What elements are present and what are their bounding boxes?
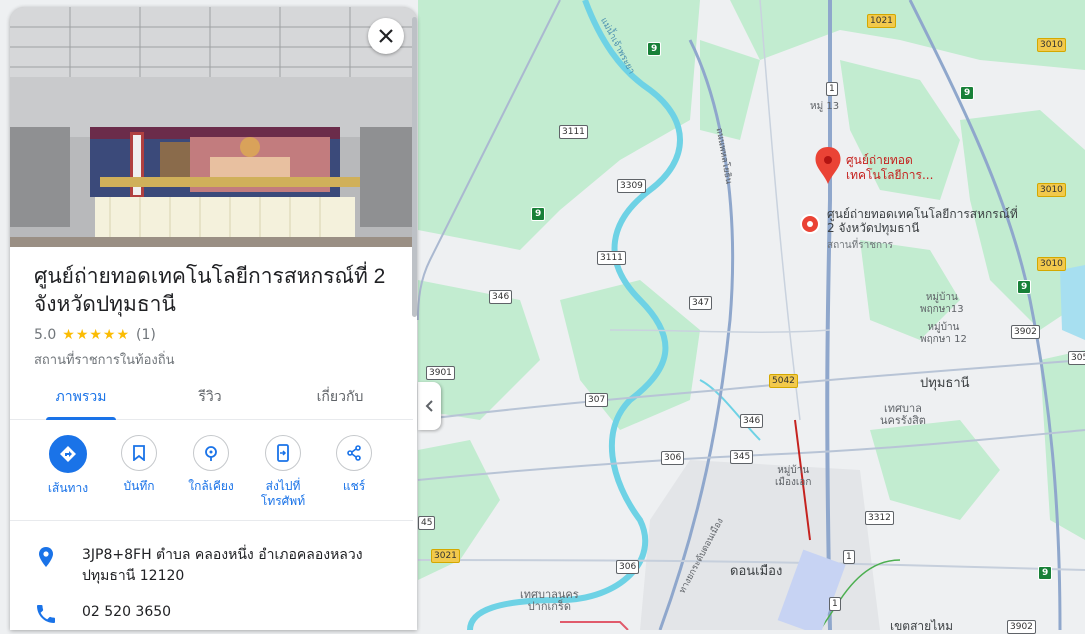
directions-icon	[49, 435, 87, 473]
place-title: ศูนย์ถ่ายทอดเทคโนโลยีการสหกรณ์ที่ 2 จังห…	[34, 265, 386, 316]
place-label-mueangek: หมู่บ้าน เมืองเอก	[775, 465, 812, 488]
route-shield: 1021	[867, 14, 896, 28]
place-label-rangsit: เทศบาล นครรังสิต	[880, 402, 926, 427]
phone-text: 02 520 3650	[82, 604, 172, 620]
nearby-label: ใกล้เคียง	[188, 479, 234, 493]
place-label-pathum: ปทุมธานี	[920, 376, 970, 391]
save-button[interactable]: บันทึก	[103, 435, 175, 494]
tab-reviews[interactable]: รีวิว	[145, 377, 275, 419]
close-button[interactable]	[368, 18, 404, 54]
route-shield: 3010	[1037, 38, 1066, 52]
route-shield: 3902	[1007, 620, 1036, 634]
route-shield: 45	[418, 516, 436, 530]
route-shield: 3111	[597, 251, 626, 265]
place-photo[interactable]	[10, 7, 417, 247]
pin-label[interactable]: ศูนย์ถ่ายทอด เทคโนโลยีการ...	[846, 153, 933, 183]
divider	[10, 520, 413, 521]
close-icon	[379, 29, 393, 43]
review-count[interactable]: (1)	[136, 327, 156, 343]
place-label-pruksa12: หมู่บ้าน พฤกษา 12	[920, 322, 967, 345]
route-shield: 3111	[559, 125, 588, 139]
route-shield: 9	[647, 42, 662, 56]
nearby-icon	[193, 435, 229, 471]
place-label-moo13: หมู่ 13	[810, 101, 840, 112]
route-shield: 346	[489, 290, 513, 304]
route-shield: 307	[585, 393, 609, 407]
tab-overview[interactable]: ภาพรวม	[16, 377, 146, 420]
chevron-left-icon	[425, 400, 433, 412]
route-shield: 3312	[865, 511, 894, 525]
route-shield: 5042	[769, 374, 798, 388]
bookmark-icon	[121, 435, 157, 471]
place-category[interactable]: สถานที่ราชการในท้องถิ่น	[34, 349, 175, 370]
route-shield: 3901	[426, 366, 455, 380]
route-shield: 3010	[1037, 183, 1066, 197]
route-shield: 305	[1068, 351, 1085, 365]
share-label: แชร์	[342, 479, 366, 493]
place-label-donmueang: ดอนเมือง	[730, 564, 783, 579]
route-shield: 1	[829, 597, 841, 611]
rating-row[interactable]: 5.0 ★★★★★ (1)	[34, 327, 156, 343]
route-shield: 9	[1017, 280, 1032, 294]
directions-label: เส้นทาง	[47, 481, 89, 495]
route-shield: 1	[843, 550, 855, 564]
route-shield: 9	[1038, 566, 1053, 580]
place-marker-icon[interactable]	[800, 214, 820, 234]
send-to-phone-label: ส่งไปที่โทรศัพท์	[260, 479, 306, 508]
save-label: บันทึก	[123, 479, 155, 493]
phone-send-icon	[265, 435, 301, 471]
route-shield: 3902	[1011, 325, 1040, 339]
place-label-saimai: เขตสายไหม	[890, 619, 954, 633]
share-button[interactable]: แชร์	[318, 435, 390, 494]
route-shield: 345	[730, 450, 754, 464]
route-shield: 3021	[431, 549, 460, 563]
place-label-pakkret: เทศบาลนคร ปากเกร็ด	[520, 588, 579, 613]
place-panel: ศูนย์ถ่ายทอดเทคโนโลยีการสหกรณ์ที่ 2 จังห…	[10, 7, 417, 630]
place-tabs: ภาพรวม รีวิว เกี่ยวกับ	[10, 377, 413, 420]
phone-icon	[37, 605, 55, 623]
route-shield: 306	[616, 560, 640, 574]
collapse-panel-button[interactable]	[418, 382, 441, 430]
panel-scrollbar[interactable]	[412, 17, 417, 317]
route-shield: 347	[689, 296, 713, 310]
share-icon	[336, 435, 372, 471]
place-sublabel: สถานที่ราชการ	[827, 240, 894, 251]
place-label[interactable]: ศูนย์ถ่ายทอดเทคโนโลยีการสหกรณ์ที่ 2 จังห…	[827, 207, 1018, 235]
rating-value: 5.0	[34, 327, 57, 343]
route-shield: 3309	[617, 179, 646, 193]
place-label-pruksa13: หมู่บ้าน พฤกษา13	[920, 292, 964, 315]
directions-button[interactable]: เส้นทาง	[32, 435, 104, 496]
route-shield: 3010	[1037, 257, 1066, 271]
route-shield: 9	[960, 86, 975, 100]
nearby-button[interactable]: ใกล้เคียง	[175, 435, 247, 494]
route-shield: 9	[531, 207, 546, 221]
location-pin-icon	[39, 547, 53, 567]
rating-stars-icon: ★★★★★	[62, 327, 131, 343]
tab-about[interactable]: เกี่ยวกับ	[275, 377, 405, 419]
route-shield: 306	[661, 451, 685, 465]
route-shield: 346	[740, 414, 764, 428]
address-text: 3JP8+8FH ตำบล คลองหนึ่ง อำเภอคลองหลวง ปท…	[82, 547, 363, 584]
send-to-phone-button[interactable]: ส่งไปที่โทรศัพท์	[247, 435, 319, 509]
route-shield: 1	[826, 82, 838, 96]
